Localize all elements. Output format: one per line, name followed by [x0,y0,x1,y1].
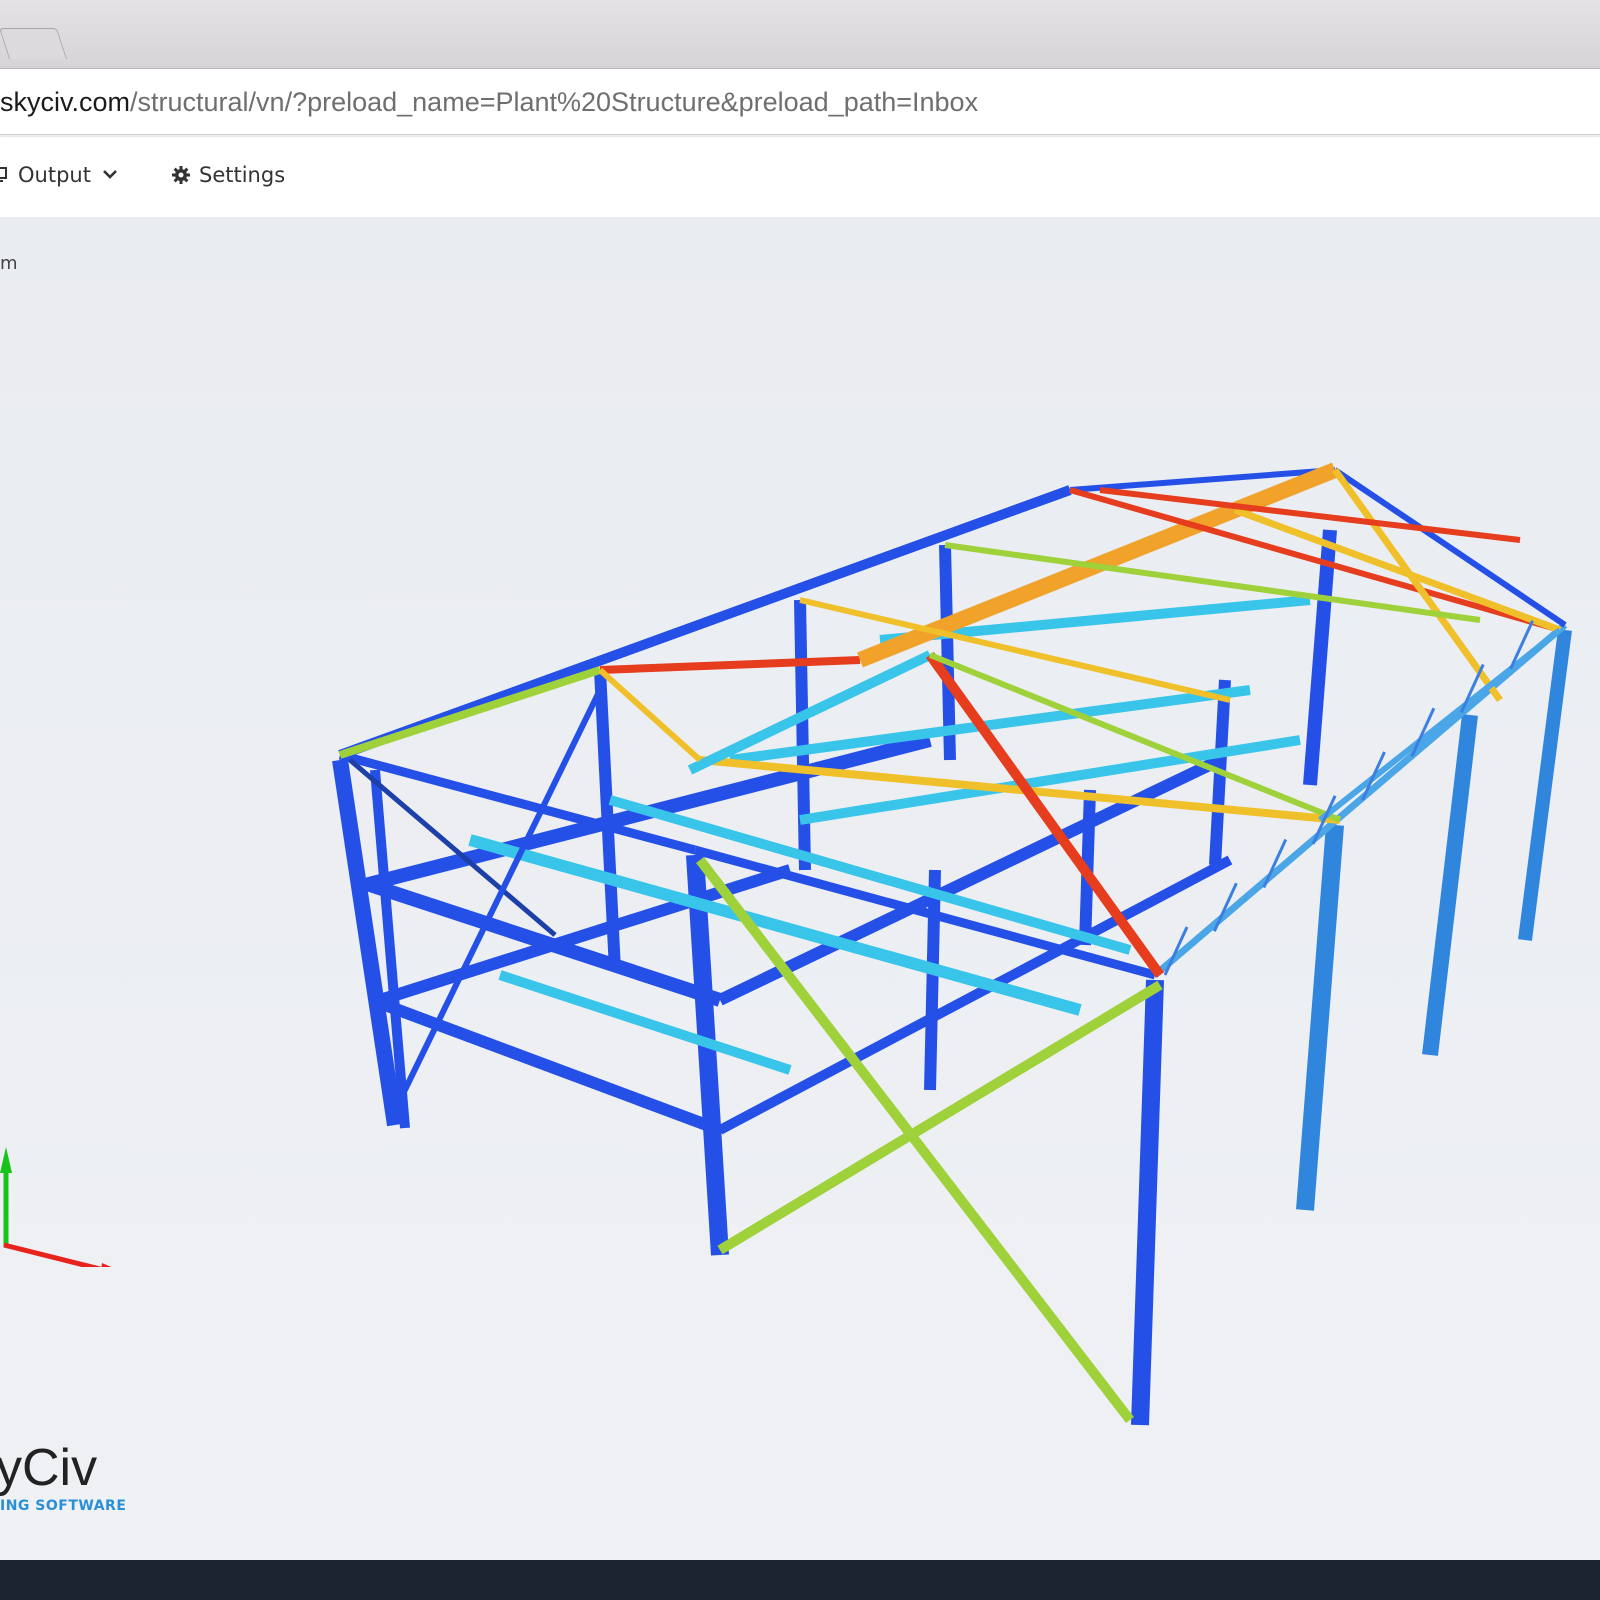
browser-tab[interactable] [0,28,68,59]
structural-member[interactable] [1518,629,1572,941]
structural-member[interactable] [1131,979,1164,1426]
address-bar[interactable]: skyciv.com/structural/vn/?preload_name=P… [0,69,1600,135]
structural-member[interactable] [717,980,1163,1255]
structural-member[interactable] [686,854,729,1256]
structural-member[interactable] [338,750,697,855]
gear-icon [172,166,190,184]
settings-button[interactable]: Settings [172,163,285,187]
x-axis-line [3,1242,103,1267]
axis-triad [0,1147,112,1267]
skyciv-logo: yCiv ING SOFTWARE [0,1442,126,1514]
settings-label: Settings [199,163,286,187]
structural-member[interactable] [397,688,603,1102]
browser-tab-bar [0,0,1600,69]
url-domain: skyciv.com [0,87,131,117]
structural-member[interactable] [1332,467,1503,703]
structural-member[interactable] [1303,529,1337,786]
structural-member[interactable] [1069,487,1561,633]
structural-member[interactable] [1318,627,1562,823]
url-text[interactable]: skyciv.com/structural/vn/?preload_name=P… [0,87,978,118]
structural-member[interactable] [699,756,1341,824]
monitor-icon [0,166,10,184]
structural-member[interactable] [1296,824,1344,1211]
structural-member[interactable] [338,666,602,759]
chevron-down-icon [103,170,117,180]
structural-member[interactable] [597,667,703,763]
structural-member[interactable] [1422,714,1478,1056]
app-toolbar: Output Settings [0,137,1600,217]
x-axis-arrow-icon [101,1263,112,1267]
url-path: /structural/vn/?preload_name=Plant%20Str… [130,87,979,117]
output-label: Output [18,163,91,187]
logo-name: yCiv [0,1439,98,1497]
output-menu-button[interactable]: Output [0,163,117,187]
model-viewport[interactable]: m yCiv ING SOFTWARE [0,217,1600,1560]
structure-3d-model[interactable] [0,217,1600,1560]
bottom-bar [0,1560,1600,1600]
logo-tagline: ING SOFTWARE [0,1498,127,1514]
y-axis-arrow-icon [0,1147,12,1173]
structural-member[interactable] [794,599,811,871]
structural-member[interactable] [599,656,861,674]
